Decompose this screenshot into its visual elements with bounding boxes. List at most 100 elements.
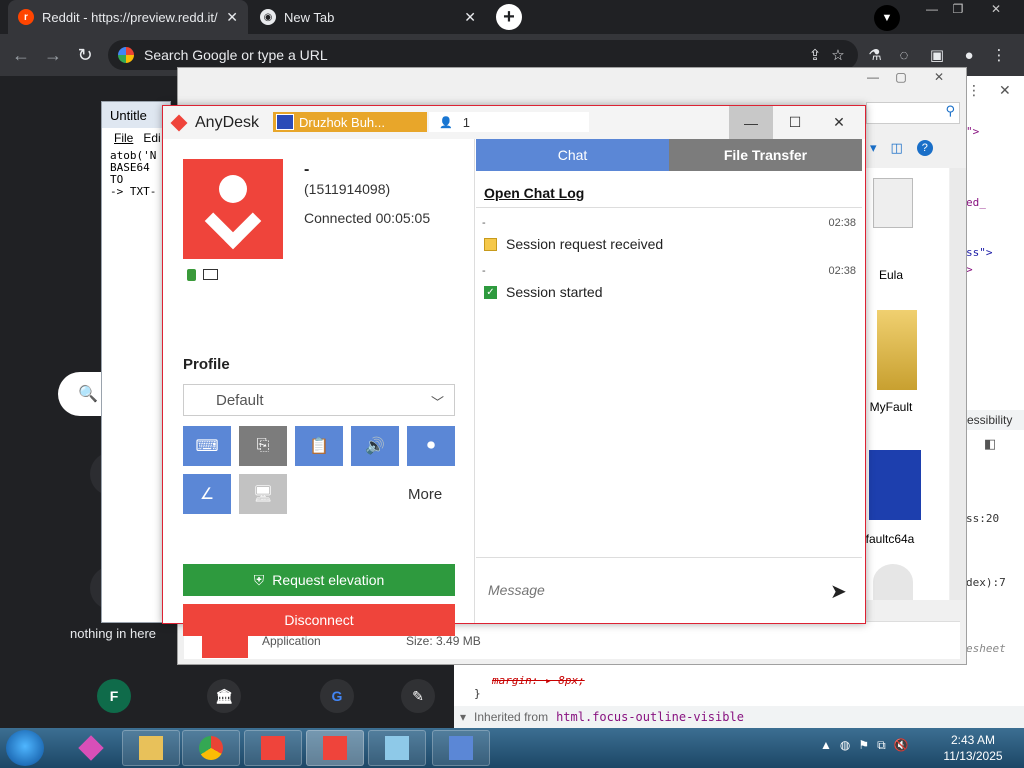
tab-title: Reddit - https://preview.redd.it/ xyxy=(42,9,218,25)
search-icon[interactable]: ⚲ xyxy=(866,102,960,124)
minimize-icon[interactable]: — xyxy=(860,70,886,84)
forward-icon[interactable]: → xyxy=(42,44,64,66)
back-icon[interactable]: ← xyxy=(10,44,32,66)
preview-pane-icon[interactable]: ◫ xyxy=(891,140,903,156)
avatar xyxy=(183,159,283,259)
profile-avatar-icon[interactable]: ● xyxy=(958,44,980,66)
file-export-icon: ⎘ xyxy=(256,437,270,454)
shortcut-f[interactable]: F xyxy=(97,679,131,713)
lock-icon xyxy=(187,269,196,281)
more-button[interactable]: More xyxy=(408,486,442,503)
taskbar-app[interactable] xyxy=(62,730,120,766)
address-bar[interactable]: Search Google or type a URL xyxy=(108,40,858,70)
profile-dropdown[interactable]: Default ﹀ xyxy=(183,384,455,416)
code-snippet: ss:20 xyxy=(966,512,1000,525)
taskbar-anydesk[interactable] xyxy=(244,730,302,766)
share-icon[interactable]: ⇪ xyxy=(804,44,826,66)
close-icon[interactable]: ✕ xyxy=(999,82,1011,99)
close-icon[interactable]: ✕ xyxy=(926,70,952,84)
taskbar-chrome[interactable] xyxy=(182,730,240,766)
sound-permission-button[interactable]: 🔊 xyxy=(351,426,399,466)
maximize-icon[interactable]: ▢ xyxy=(888,70,914,84)
sidebar-toggle-icon[interactable]: ◧ xyxy=(984,436,996,452)
file-manager-permission-button[interactable]: ⎘ xyxy=(239,426,287,466)
show-hidden-icon[interactable]: ▲ xyxy=(820,738,832,753)
message-text: Session started xyxy=(506,284,603,300)
request-elevation-button[interactable]: ⛨ Request elevation xyxy=(183,564,455,596)
tab-reddit[interactable]: r Reddit - https://preview.redd.it/ ✕ xyxy=(8,0,248,34)
clock[interactable]: 2:43 AM 11/13/2025 xyxy=(938,732,1008,764)
monitor-icon xyxy=(203,269,218,280)
help-icon[interactable]: ? xyxy=(916,140,933,156)
message-input[interactable] xyxy=(488,582,788,598)
volume-muted-icon[interactable]: 🔇 xyxy=(894,738,909,753)
minimize-icon[interactable]: — xyxy=(729,106,773,139)
notepad-text[interactable]: atob('N BASE64 TO -> TXT- xyxy=(102,148,170,200)
open-chat-log-link[interactable]: Open Chat Log xyxy=(484,185,584,201)
taskbar-network[interactable] xyxy=(432,730,490,766)
keyboard-icon: ⌨ xyxy=(195,438,219,455)
anydesk-logo-icon xyxy=(171,114,189,132)
network-icon[interactable]: ⧉ xyxy=(877,738,886,753)
message-time: 02:38 xyxy=(828,265,856,277)
shortcut-google-icon[interactable]: G xyxy=(320,679,354,713)
accessibility-tab[interactable]: essibility xyxy=(964,410,1024,430)
start-button[interactable] xyxy=(6,730,44,766)
time: 2:43 AM xyxy=(950,733,996,747)
view-dropdown-icon[interactable]: ▾ xyxy=(870,140,877,156)
tab-chat[interactable]: Chat xyxy=(476,139,669,171)
taskbar-anydesk-active[interactable] xyxy=(306,730,364,766)
close-tab-icon[interactable]: ✕ xyxy=(464,9,476,26)
edit-shortcut-icon[interactable]: ✎ xyxy=(401,679,435,713)
anydesk-icon xyxy=(323,736,347,760)
screen-recording-permission-button[interactable]: ⏺ xyxy=(407,426,455,466)
close-tab-icon[interactable]: ✕ xyxy=(226,9,238,26)
scrollbar[interactable] xyxy=(950,168,966,600)
notepad-menu: File Edi xyxy=(102,128,170,148)
tray-app-icon[interactable]: ◍ xyxy=(840,738,850,753)
notepad-window: Untitle File Edi atob('N BASE64 TO -> TXT- xyxy=(101,101,171,623)
menu-file[interactable]: File xyxy=(114,131,133,145)
users-tab[interactable]: 👤 1 xyxy=(429,112,589,132)
connection-status: Connected 00:05:05 xyxy=(304,210,431,226)
taskbar-explorer[interactable] xyxy=(122,730,180,766)
inherited-selector[interactable]: html.focus-outline-visible xyxy=(556,710,744,724)
app-name: AnyDesk xyxy=(195,114,260,131)
minimize-icon[interactable]: — xyxy=(920,0,944,18)
browser-tab-strip: r Reddit - https://preview.redd.it/ ✕ ◉ … xyxy=(0,0,1024,34)
css-rule: margin: ▸ 8px; xyxy=(492,674,585,687)
block-input-permission-button[interactable]: 🖥 xyxy=(239,474,287,514)
code-snippet: "> xyxy=(966,125,980,138)
menu-kebab-icon[interactable]: ⋮ xyxy=(988,44,1010,66)
check-icon: ✓ xyxy=(484,286,497,299)
side-panel-icon[interactable]: ▣ xyxy=(926,44,948,66)
restore-icon[interactable]: ❐ xyxy=(946,0,970,18)
whiteboard-permission-button[interactable]: ∠ xyxy=(183,474,231,514)
menu-edit[interactable]: Edi xyxy=(143,131,160,145)
css-brace: } xyxy=(474,687,481,700)
maximize-icon[interactable]: ☐ xyxy=(773,106,817,139)
close-icon[interactable]: ✕ xyxy=(984,0,1008,18)
close-icon[interactable]: ✕ xyxy=(817,106,861,139)
tab-new-tab[interactable]: ◉ New Tab ✕ xyxy=(250,0,486,34)
kebab-icon[interactable]: ⋮ xyxy=(967,82,981,99)
send-icon[interactable]: ➤ xyxy=(830,579,854,603)
tab-file-transfer-label: File Transfer xyxy=(723,147,808,163)
action-center-icon[interactable]: ⚑ xyxy=(858,738,869,753)
extension-loading-icon[interactable]: ◌ xyxy=(893,44,915,66)
remote-session-tab[interactable]: Druzhok Buh... xyxy=(273,112,427,132)
new-tab-button[interactable]: + xyxy=(496,4,522,30)
date: 11/13/2025 xyxy=(943,749,1003,763)
clipboard-permission-button[interactable]: 📋 xyxy=(295,426,343,466)
keyboard-mouse-permission-button[interactable]: ⌨ xyxy=(183,426,231,466)
tab-search-button[interactable]: ▼ xyxy=(874,5,900,31)
shortcut-bank-icon[interactable]: 🏛 xyxy=(207,679,241,713)
disconnect-button[interactable]: Disconnect xyxy=(183,604,455,636)
reload-icon[interactable]: ↻ xyxy=(74,44,96,66)
anydesk-icon xyxy=(261,736,285,760)
bookmark-star-icon[interactable]: ☆ xyxy=(827,44,849,66)
taskbar-notepad[interactable] xyxy=(368,730,426,766)
labs-flask-icon[interactable]: ⚗ xyxy=(864,44,886,66)
folder-icon xyxy=(139,736,163,760)
tab-file-transfer[interactable]: File Transfer xyxy=(669,139,862,171)
